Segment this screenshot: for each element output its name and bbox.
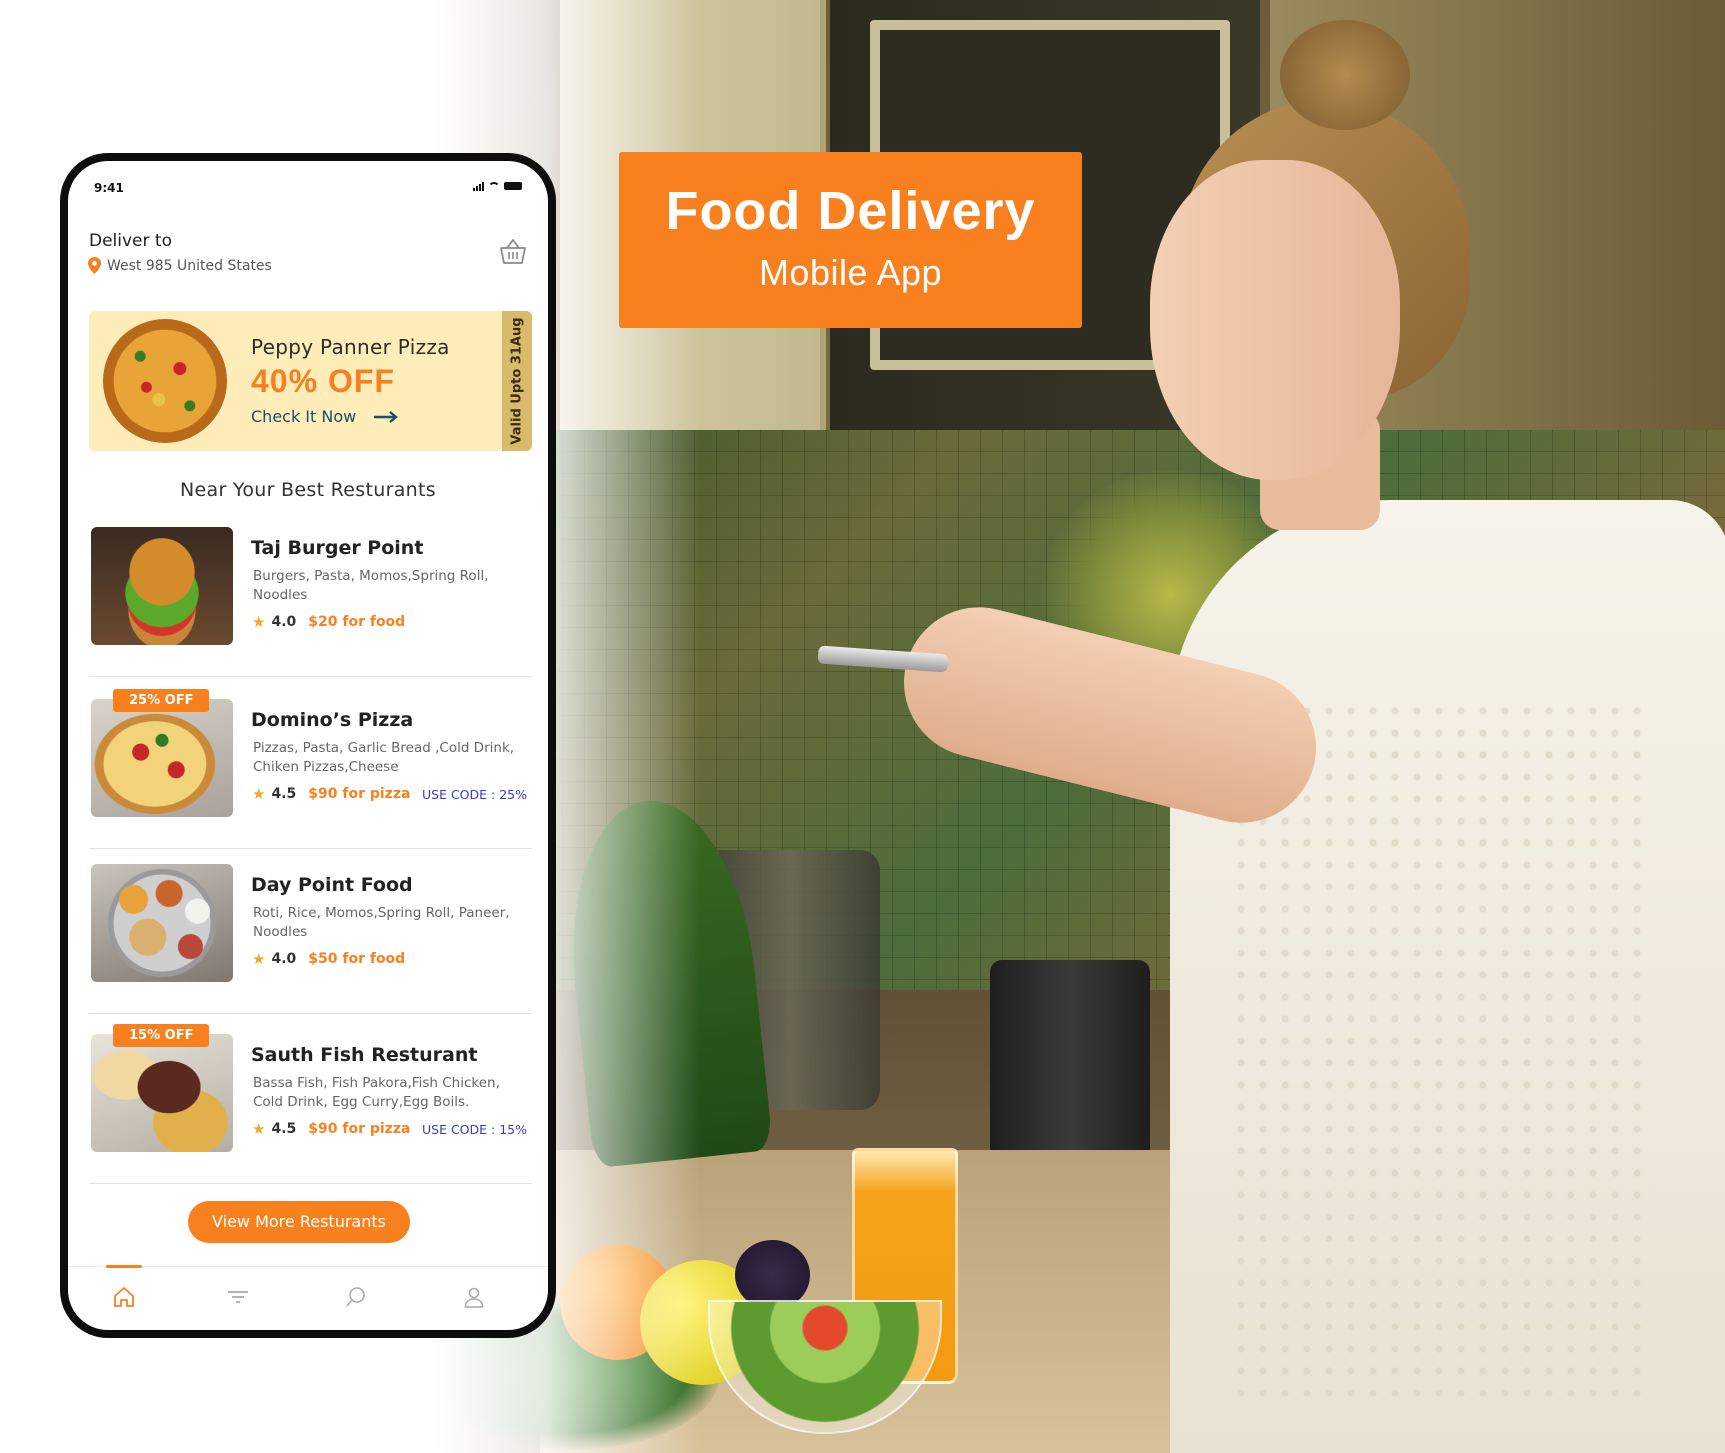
divider — [89, 1183, 532, 1184]
restaurant-item[interactable]: 25% OFF Domino’s Pizza Pizzas, Pasta, Ga… — [89, 689, 532, 849]
star-icon: ★ — [252, 613, 266, 631]
check-it-now-link[interactable]: Check It Now — [251, 407, 399, 426]
battery-icon — [504, 182, 522, 190]
restaurant-name: Domino’s Pizza — [251, 709, 414, 731]
promo-title: Peppy Panner Pizza — [251, 335, 450, 359]
title-banner: Food Delivery Mobile App — [619, 152, 1082, 328]
validity-text: Valid Upto 31Aug — [509, 317, 525, 445]
discount-badge: 25% OFF — [113, 689, 210, 712]
restaurant-image — [91, 1034, 233, 1152]
woman-hair-bun — [1280, 20, 1410, 130]
restaurant-price: $90 for pizza — [308, 786, 411, 802]
search-icon — [346, 1287, 365, 1307]
section-title: Near Your Best Resturants — [180, 479, 436, 501]
location-pin-icon — [88, 257, 101, 274]
phone-screen: 9:41 Deliver to West 985 United States P… — [68, 161, 548, 1330]
bottom-tab-bar — [68, 1265, 548, 1330]
canvas: Food Delivery Mobile App 9:41 Deliver to… — [0, 0, 1725, 1453]
view-more-button[interactable]: View More Resturants — [188, 1201, 410, 1243]
check-it-now-label: Check It Now — [251, 407, 357, 426]
divider — [89, 676, 532, 677]
toaster — [990, 960, 1150, 1160]
restaurant-cuisine: Roti, Rice, Momos,Spring Roll, Paneer, N… — [253, 905, 510, 940]
tab-home[interactable] — [104, 1277, 144, 1317]
status-icons — [473, 181, 522, 191]
basket-icon[interactable] — [498, 237, 528, 265]
restaurant-meta: ★ 4.0 $50 for food — [252, 950, 527, 968]
star-icon: ★ — [252, 785, 266, 803]
phone-frame: 9:41 Deliver to West 985 United States P… — [60, 153, 556, 1338]
active-tab-indicator — [106, 1265, 142, 1268]
restaurant-rating: 4.5 — [271, 786, 297, 802]
tab-filter[interactable] — [218, 1277, 258, 1317]
validity-strip: Valid Upto 31Aug — [502, 311, 532, 451]
restaurant-item[interactable]: Day Point Food Roti, Rice, Momos,Spring … — [89, 864, 532, 1014]
restaurant-name: Sauth Fish Resturant — [251, 1044, 478, 1066]
divider — [89, 848, 532, 849]
divider — [89, 1013, 532, 1014]
woman-face — [1150, 160, 1400, 480]
banner-title: Food Delivery — [665, 181, 1036, 241]
restaurant-meta: ★ 4.0 $20 for food — [252, 613, 527, 631]
promo-card[interactable]: Peppy Panner Pizza 40% OFF Check It Now … — [89, 311, 532, 451]
restaurant-image — [91, 527, 233, 645]
restaurant-rating: 4.0 — [271, 951, 297, 967]
discount-badge: 15% OFF — [113, 1024, 210, 1047]
home-icon — [114, 1287, 134, 1307]
tab-profile[interactable] — [454, 1277, 494, 1317]
restaurant-cuisine: Burgers, Pasta, Momos,Spring Roll, Noodl… — [253, 568, 489, 603]
status-time: 9:41 — [94, 181, 124, 195]
promo-discount: 40% OFF — [251, 363, 395, 399]
tab-search[interactable] — [336, 1277, 376, 1317]
restaurant-meta: ★ 4.5 $90 for pizza USE CODE : 15% — [252, 1120, 527, 1138]
star-icon: ★ — [252, 950, 266, 968]
restaurant-meta: ★ 4.5 $90 for pizza USE CODE : 25% — [252, 785, 527, 803]
restaurant-rating: 4.5 — [271, 1121, 297, 1137]
location-text: West 985 United States — [107, 257, 272, 274]
star-icon: ★ — [252, 1120, 266, 1138]
woman-body — [1170, 500, 1725, 1453]
signal-icon — [473, 181, 484, 191]
restaurant-image — [91, 699, 233, 817]
restaurant-rating: 4.0 — [271, 614, 297, 630]
promo-pizza-image — [103, 319, 227, 443]
restaurant-name: Taj Burger Point — [251, 537, 424, 559]
restaurant-name: Day Point Food — [251, 874, 413, 896]
restaurant-price: $50 for food — [308, 951, 406, 967]
restaurant-image — [91, 864, 233, 982]
restaurant-price: $90 for pizza — [308, 1121, 411, 1137]
promo-code: USE CODE : 15% — [422, 1121, 527, 1137]
restaurant-price: $20 for food — [308, 614, 406, 630]
restaurant-cuisine: Bassa Fish, Fish Pakora,Fish Chicken, Co… — [253, 1075, 500, 1110]
banner-subtitle: Mobile App — [758, 252, 943, 293]
promo-code: USE CODE : 25% — [422, 786, 527, 802]
profile-icon — [464, 1287, 484, 1308]
arrow-right-icon — [374, 410, 399, 423]
restaurant-cuisine: Pizzas, Pasta, Garlic Bread ,Cold Drink,… — [253, 740, 515, 775]
location-selector[interactable]: West 985 United States — [88, 257, 272, 274]
restaurant-item[interactable]: Taj Burger Point Burgers, Pasta, Momos,S… — [89, 527, 532, 677]
restaurant-item[interactable]: 15% OFF Sauth Fish Resturant Bassa Fish,… — [89, 1024, 532, 1184]
filter-icon — [228, 1291, 248, 1303]
deliver-to-label: Deliver to — [89, 231, 172, 251]
wifi-icon — [488, 181, 500, 191]
